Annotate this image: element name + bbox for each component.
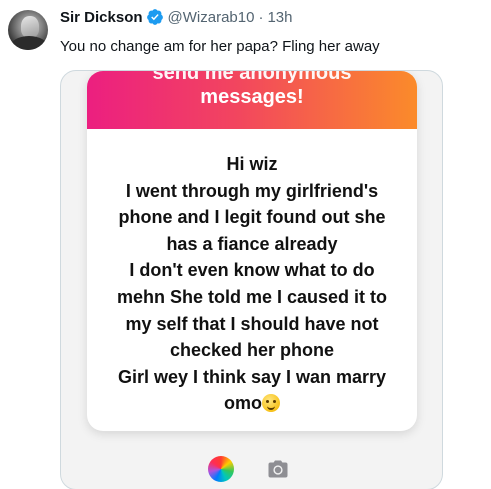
tweet-header: Sir Dickson @Wizarab10 · 13h: [60, 6, 293, 28]
message-line: has a fiance already: [166, 233, 338, 254]
avatar-shoulder: [10, 36, 48, 50]
message-line: mehn She told me I caused it to: [116, 286, 388, 307]
card-banner: send me anonymous messages!: [87, 71, 417, 129]
author-handle[interactable]: @Wizarab10: [168, 9, 255, 26]
tweet-timestamp[interactable]: 13h: [267, 9, 292, 26]
message-line: Girl wey I think say I wan marry: [117, 366, 387, 387]
author-name[interactable]: Sir Dickson: [60, 9, 143, 26]
card-message: Hi wiz I went through my girlfriend's ph…: [87, 129, 417, 417]
message-line: I don't even know what to do: [129, 260, 375, 281]
banner-line-2: messages!: [200, 86, 304, 108]
message-line: omo: [224, 393, 262, 414]
message-line: I went through my girlfriend's: [125, 180, 379, 201]
color-wheel-icon[interactable]: [208, 456, 234, 482]
avatar-face: [21, 16, 39, 38]
tweet-text: You no change am for her papa? Fling her…: [60, 38, 380, 55]
verified-badge-icon: [146, 9, 163, 25]
message-line: my self that I should have not: [125, 313, 379, 334]
message-line: phone and I legit found out she: [118, 207, 386, 228]
tweet[interactable]: Sir Dickson @Wizarab10 · 13h You no chan…: [0, 0, 491, 489]
message-line-last: omo: [97, 390, 407, 417]
banner-line-1: send me anonymous: [152, 71, 352, 84]
slightly-smiling-face-icon: [262, 394, 280, 413]
camera-icon[interactable]: [266, 457, 290, 481]
anonymous-message-card: send me anonymous messages! Hi wiz I wen…: [87, 71, 417, 431]
separator-dot: ·: [258, 8, 264, 26]
tweet-media[interactable]: send me anonymous messages! Hi wiz I wen…: [60, 70, 443, 489]
message-line: Hi wiz: [226, 154, 278, 174]
message-line: checked her phone: [169, 340, 335, 361]
avatar[interactable]: [8, 10, 48, 50]
